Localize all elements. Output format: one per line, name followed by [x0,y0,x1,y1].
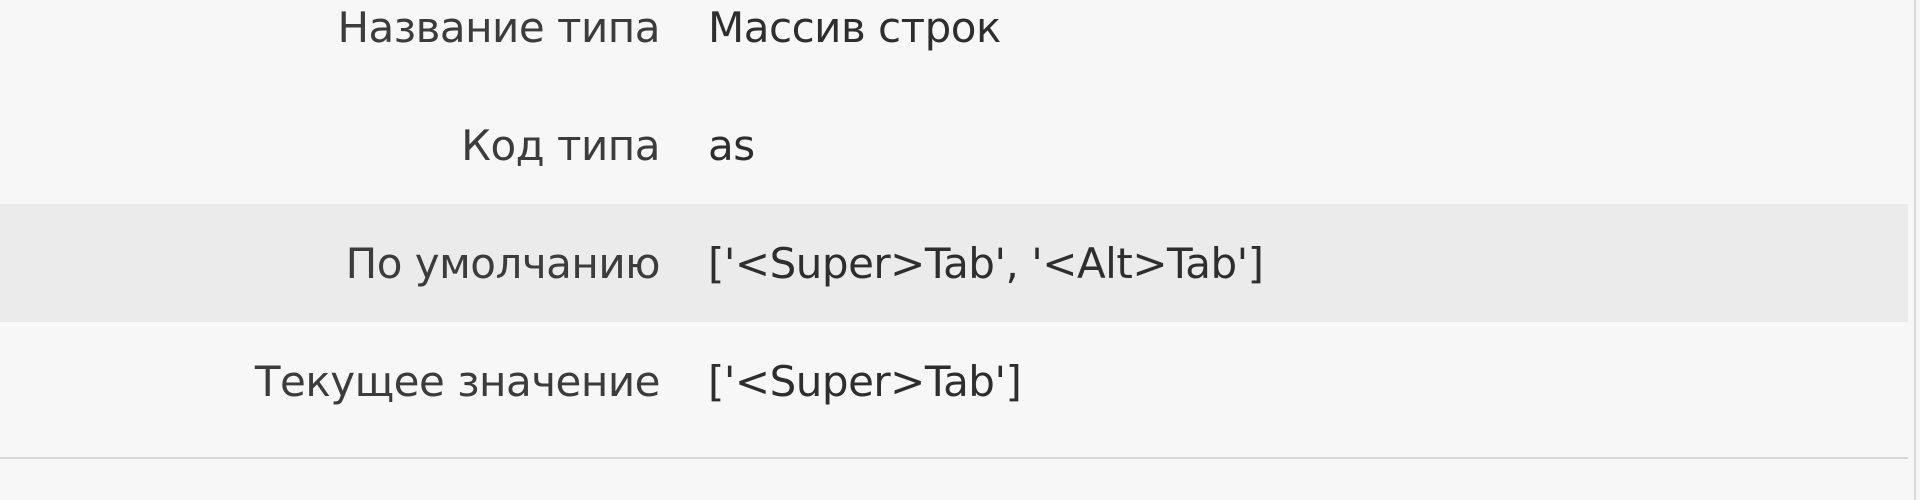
key-details-panel: Название типа Массив строк Код типа as П… [0,0,1920,500]
type-name-value: Массив строк [708,2,1001,52]
property-table: Название типа Массив строк Код типа as П… [0,0,1908,440]
property-row-current: Текущее значение ['<Super>Tab'] [0,322,1908,440]
panel-right-border [1914,0,1916,500]
property-row-type-name: Название типа Массив строк [0,0,1908,86]
type-code-label: Код типа [461,120,660,170]
current-value-value: ['<Super>Tab'] [708,356,1022,406]
type-name-label: Название типа [337,2,660,52]
current-value-label: Текущее значение [254,356,661,406]
type-code-value: as [708,120,755,170]
property-row-type-code: Код типа as [0,86,1908,204]
property-row-default: По умолчанию ['<Super>Tab', '<Alt>Tab'] [0,204,1908,322]
bottom-area [0,459,1908,500]
default-value-value: ['<Super>Tab', '<Alt>Tab'] [708,238,1264,288]
default-value-label: По умолчанию [345,238,661,288]
